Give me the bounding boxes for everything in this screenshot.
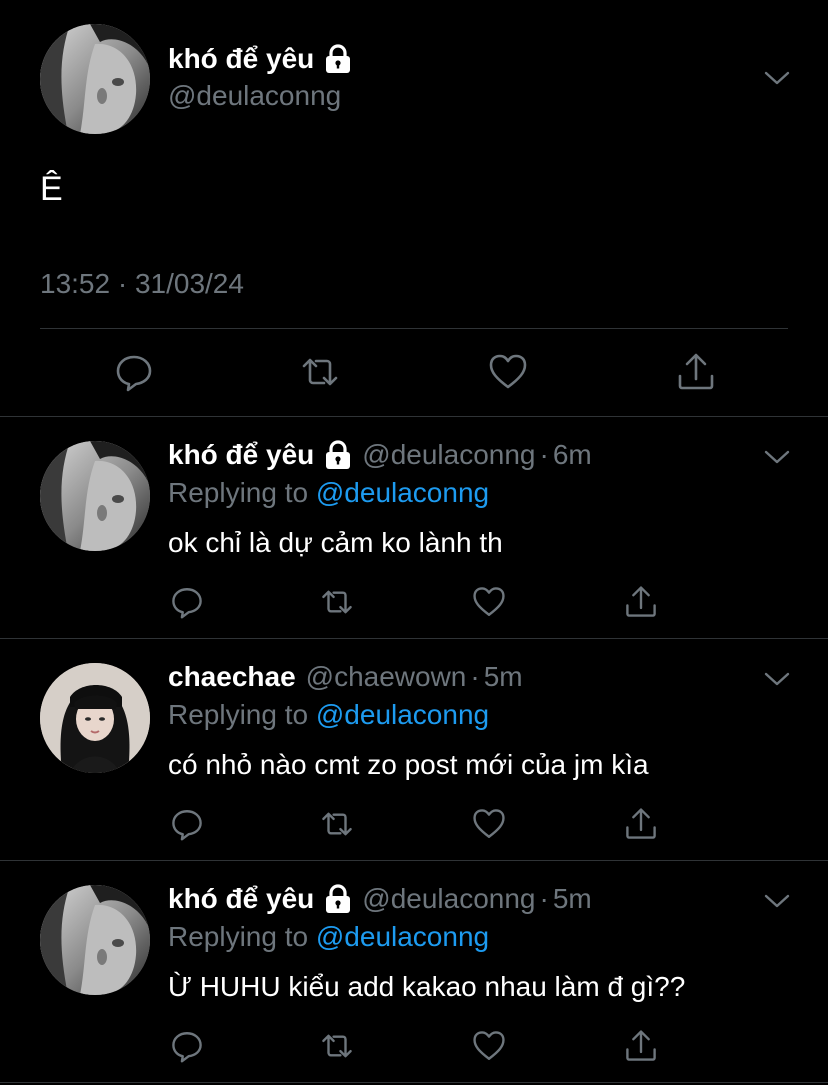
avatar[interactable] bbox=[40, 24, 150, 134]
retweet-icon[interactable] bbox=[320, 585, 354, 619]
tweet-text: có nhỏ nào cmt zo post mới của jm kìa bbox=[168, 749, 649, 780]
tweet-text: Ê bbox=[40, 170, 63, 208]
separator: · bbox=[539, 883, 549, 914]
replying-to-label: Replying to bbox=[168, 477, 309, 508]
reply-header: chaechae @chaewown · 5m bbox=[168, 657, 523, 697]
reply-time: 5m bbox=[552, 883, 592, 914]
author-row: khó để yêu bbox=[168, 38, 352, 80]
display-name[interactable]: chaechae bbox=[168, 661, 296, 693]
replying-to: Replying to @deulaconng bbox=[168, 477, 489, 509]
reply-time: 6m bbox=[552, 439, 592, 470]
author-handle[interactable]: @deulaconng bbox=[362, 439, 535, 471]
main-tweet: khó để yêu @deulaconng Ê 13:52 · 31/03/2… bbox=[0, 0, 828, 416]
retweet-icon[interactable] bbox=[300, 352, 340, 392]
heart-icon[interactable] bbox=[472, 807, 506, 841]
author-handle[interactable]: @deulaconng bbox=[168, 80, 341, 112]
tweet-text: Ừ HUHU kiểu add kakao nhau làm đ gì?? bbox=[168, 971, 686, 1002]
heart-icon[interactable] bbox=[472, 585, 506, 619]
share-icon[interactable] bbox=[624, 1029, 658, 1063]
share-icon[interactable] bbox=[624, 585, 658, 619]
avatar[interactable] bbox=[40, 885, 150, 995]
avatar[interactable] bbox=[40, 441, 150, 551]
chevron-down-icon[interactable] bbox=[764, 893, 790, 909]
heart-icon[interactable] bbox=[488, 352, 528, 392]
reply-icon[interactable] bbox=[170, 1029, 204, 1063]
replying-to-mention[interactable]: @deulaconng bbox=[316, 699, 489, 730]
lock-icon bbox=[324, 44, 352, 74]
author-handle[interactable]: @deulaconng bbox=[362, 883, 535, 915]
reply-icon[interactable] bbox=[170, 585, 204, 619]
display-name[interactable]: khó để yêu bbox=[168, 883, 314, 915]
share-icon[interactable] bbox=[676, 352, 716, 392]
replying-to-mention[interactable]: @deulaconng bbox=[316, 921, 489, 952]
tweet-timestamp: 13:52 · 31/03/24 bbox=[40, 268, 244, 299]
reply-tweet[interactable]: khó để yêu @deulaconng · 5m Replying to … bbox=[0, 861, 828, 1083]
reply-tweet[interactable]: khó để yêu @deulaconng · 6m Replying to … bbox=[0, 417, 828, 639]
avatar[interactable] bbox=[40, 663, 150, 773]
replying-to-label: Replying to bbox=[168, 921, 309, 952]
separator: · bbox=[470, 661, 480, 692]
separator: · bbox=[539, 439, 549, 470]
share-icon[interactable] bbox=[624, 807, 658, 841]
chevron-down-icon[interactable] bbox=[764, 70, 790, 86]
display-name[interactable]: khó để yêu bbox=[168, 43, 314, 75]
replying-to-label: Replying to bbox=[168, 699, 309, 730]
reply-header: khó để yêu @deulaconng · 5m bbox=[168, 879, 592, 919]
divider bbox=[0, 1082, 828, 1083]
chevron-down-icon[interactable] bbox=[764, 671, 790, 687]
replying-to: Replying to @deulaconng bbox=[168, 699, 489, 731]
reply-header: khó để yêu @deulaconng · 6m bbox=[168, 435, 592, 475]
reply-icon[interactable] bbox=[170, 807, 204, 841]
heart-icon[interactable] bbox=[472, 1029, 506, 1063]
lock-icon bbox=[324, 440, 352, 470]
replying-to-mention[interactable]: @deulaconng bbox=[316, 477, 489, 508]
author-handle[interactable]: @chaewown bbox=[306, 661, 467, 693]
reply-icon[interactable] bbox=[114, 352, 154, 392]
reply-time: 5m bbox=[483, 661, 523, 692]
tweet-text: ok chỉ là dự cảm ko lành th bbox=[168, 527, 503, 558]
replying-to: Replying to @deulaconng bbox=[168, 921, 489, 953]
chevron-down-icon[interactable] bbox=[764, 449, 790, 465]
lock-icon bbox=[324, 884, 352, 914]
retweet-icon[interactable] bbox=[320, 1029, 354, 1063]
divider bbox=[40, 328, 788, 329]
retweet-icon[interactable] bbox=[320, 807, 354, 841]
reply-tweet[interactable]: chaechae @chaewown · 5m Replying to @deu… bbox=[0, 639, 828, 861]
display-name[interactable]: khó để yêu bbox=[168, 439, 314, 471]
